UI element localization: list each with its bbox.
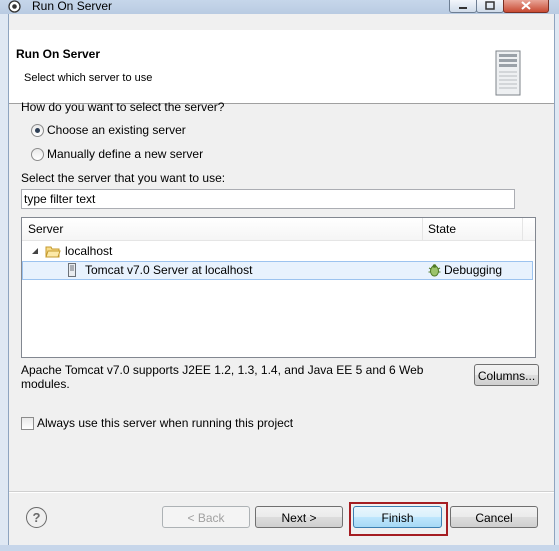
server-icon [68,263,76,277]
server-state: Debugging [444,263,503,277]
localhost-label: localhost [65,244,113,258]
maximize-icon [485,1,495,10]
close-button[interactable] [503,0,549,13]
always-use-checkbox[interactable] [21,417,34,430]
select-method-label: How do you want to select the server? [21,100,225,114]
help-icon[interactable]: ? [26,507,47,528]
tree-row-localhost[interactable]: localhost [22,243,533,260]
close-icon [521,1,531,10]
always-use-label[interactable]: Always use this server when running this… [37,416,293,430]
server-tower-icon [495,50,521,96]
server-table[interactable]: Server State localhost Tomcat v7.0 Serve… [21,217,536,358]
column-header-state[interactable]: State [428,222,456,236]
column-header-server[interactable]: Server [28,222,63,236]
column-divider [522,218,523,240]
folder-icon [45,246,61,258]
title-bar: Run On Server [0,0,559,14]
server-name: Tomcat v7.0 Server at localhost [85,263,253,277]
eclipse-app-icon [8,0,21,13]
columns-button[interactable]: Columns... [474,364,539,386]
window-bottom-frame [0,545,559,551]
manually-define-label[interactable]: Manually define a new server [47,147,203,161]
dialog-client: Run On Server Select which server to use… [8,14,555,545]
filter-input[interactable]: type filter text [21,189,515,209]
maximize-button[interactable] [476,0,504,13]
choose-existing-label[interactable]: Choose an existing server [47,123,186,137]
cancel-button[interactable]: Cancel [450,506,538,528]
minimize-icon [459,7,467,9]
next-button[interactable]: Next > [255,506,343,528]
minimize-button[interactable] [449,0,477,13]
radio-dot [35,128,40,133]
server-description: Apache Tomcat v7.0 supports J2EE 1.2, 1.… [21,363,424,391]
back-button[interactable]: < Back [162,506,250,528]
dialog-banner: Run On Server Select which server to use [9,30,554,104]
finish-highlight: Finish [349,502,448,536]
expanded-triangle-icon[interactable] [32,248,39,255]
column-divider [422,218,423,240]
window-title: Run On Server [32,0,113,13]
tree-row-tomcat[interactable]: Tomcat v7.0 Server at localhost Debuggin… [22,261,533,280]
debug-bug-icon [428,264,441,277]
server-list-label: Select the server that you want to use: [21,171,226,185]
banner-title: Run On Server [16,47,101,61]
footer-separator [9,491,554,493]
choose-existing-radio[interactable] [31,124,44,137]
finish-button[interactable]: Finish [353,506,442,528]
manually-define-radio[interactable] [31,148,44,161]
banner-subtitle: Select which server to use [24,72,153,84]
table-header: Server State [22,218,535,241]
